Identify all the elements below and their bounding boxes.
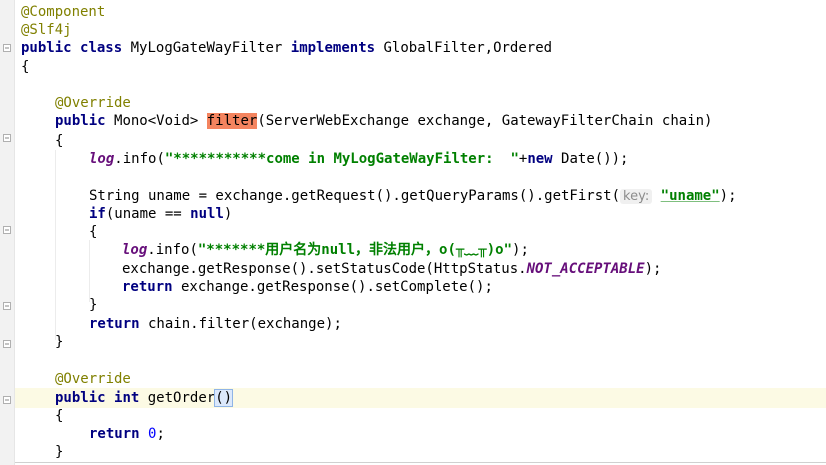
string-literal: "*******用户名为null，非法用户，o(╥﹏╥)o" [197, 242, 513, 258]
code-line-22[interactable]: public int getOrder() [55, 389, 234, 407]
return-type: Mono<Void> [114, 113, 199, 129]
method-name-getorder: getOrder [147, 390, 216, 406]
fold-marker-icon[interactable] [3, 396, 11, 404]
statement-end: ; [156, 426, 165, 442]
keyword-if: if [89, 206, 106, 222]
keyword-null: null [190, 206, 224, 222]
code-line-3[interactable]: public class MyLogGateWayFilter implemen… [21, 39, 552, 57]
method-open-brace: { [55, 408, 64, 424]
set-status-code-call: exchange.getResponse().setStatusCode(Htt… [122, 261, 527, 277]
fold-marker-icon[interactable] [3, 340, 11, 348]
keyword-return: return [89, 426, 140, 442]
if-close-brace: } [89, 297, 98, 313]
editor-gutter[interactable] [0, 0, 15, 465]
info-call: .info( [114, 151, 165, 167]
keyword-return: return [89, 316, 140, 332]
code-line-8[interactable]: { [55, 132, 63, 150]
code-line-6[interactable]: @Override [55, 94, 131, 112]
code-line-15[interactable]: exchange.getResponse().setStatusCode(Htt… [122, 260, 661, 278]
keyword-int: int [114, 390, 140, 406]
log-field: log [89, 151, 115, 167]
text-cursor [232, 389, 234, 405]
code-line-17[interactable]: } [89, 296, 97, 314]
matched-parentheses: () [214, 389, 234, 407]
parameter-hint: key: [620, 189, 653, 204]
implemented-interfaces: GlobalFilter,Ordered [383, 40, 553, 56]
code-line-1[interactable]: @Component [21, 3, 105, 21]
info-call: .info( [147, 242, 198, 258]
statement-end: ); [644, 261, 662, 277]
code-line-16[interactable]: return exchange.getResponse().setComplet… [122, 278, 493, 296]
code-line-18[interactable]: return chain.filter(exchange); [89, 315, 342, 333]
string-literal: "uname" [660, 188, 720, 204]
method-close-brace: } [55, 334, 64, 350]
statement-end: ); [512, 242, 529, 258]
code-line-23[interactable]: { [55, 407, 63, 425]
keyword-new: new [527, 151, 553, 167]
code-line-4[interactable]: { [21, 58, 29, 76]
code-line-2[interactable]: @Slf4j [21, 21, 72, 39]
chain-filter-call: chain.filter(exchange); [139, 316, 342, 332]
annotation-override: @Override [55, 95, 131, 111]
method-params: (ServerWebExchange exchange, GatewayFilt… [257, 113, 713, 129]
keyword-public: public [55, 113, 106, 129]
keyword-implements: implements [290, 40, 376, 56]
annotation-override: @Override [55, 371, 131, 387]
string-literal: "***********come in MyLogGateWayFilter: … [164, 151, 519, 167]
annotation-slf4j: @Slf4j [21, 22, 72, 38]
class-open-brace: { [21, 59, 30, 75]
indent-guide [89, 240, 90, 302]
if-open-brace: { [89, 224, 98, 240]
code-line-14[interactable]: log.info("*******用户名为null，非法用户，o(╥﹏╥)o")… [122, 241, 529, 259]
code-line-9[interactable]: log.info("***********come in MyLogGateWa… [89, 150, 628, 168]
code-line-19[interactable]: } [55, 333, 63, 351]
method-name-filter: filter [206, 113, 258, 129]
keyword-public: public [21, 40, 72, 56]
set-complete-call: exchange.getResponse().setComplete(); [172, 279, 493, 295]
code-line-12[interactable]: if(uname == null) [89, 205, 232, 223]
fold-marker-icon[interactable] [3, 226, 11, 234]
code-line-24[interactable]: return 0; [89, 425, 165, 443]
date-constructor: Date()); [552, 151, 629, 167]
fold-marker-icon[interactable] [3, 302, 11, 310]
fold-marker-icon[interactable] [3, 44, 11, 52]
annotation-component: @Component [21, 4, 106, 20]
code-editor[interactable]: @Component @Slf4j public class MyLogGate… [0, 0, 826, 465]
if-condition-close: ) [223, 206, 233, 222]
uname-declaration: String uname = exchange.getRequest().get… [89, 188, 621, 204]
method-close-brace: } [55, 444, 64, 460]
method-open-brace: { [55, 133, 64, 149]
http-status-constant: NOT_ACCEPTABLE [526, 261, 645, 277]
statement-end: ); [719, 188, 737, 204]
if-condition: (uname == [105, 206, 191, 222]
code-line-13[interactable]: { [89, 223, 97, 241]
class-name: MyLogGateWayFilter [130, 40, 283, 56]
fold-marker-icon[interactable] [3, 134, 11, 142]
keyword-public: public [55, 390, 106, 406]
code-line-7[interactable]: public Mono<Void> filter(ServerWebExchan… [55, 112, 712, 130]
code-line-11[interactable]: String uname = exchange.getRequest().get… [89, 187, 737, 205]
code-line-21[interactable]: @Override [55, 370, 131, 388]
keyword-class: class [80, 40, 123, 56]
log-field: log [122, 242, 148, 258]
keyword-return: return [122, 279, 173, 295]
editor-bottom-divider [15, 462, 826, 463]
code-line-25[interactable]: } [55, 443, 63, 461]
indent-guide [55, 150, 56, 340]
